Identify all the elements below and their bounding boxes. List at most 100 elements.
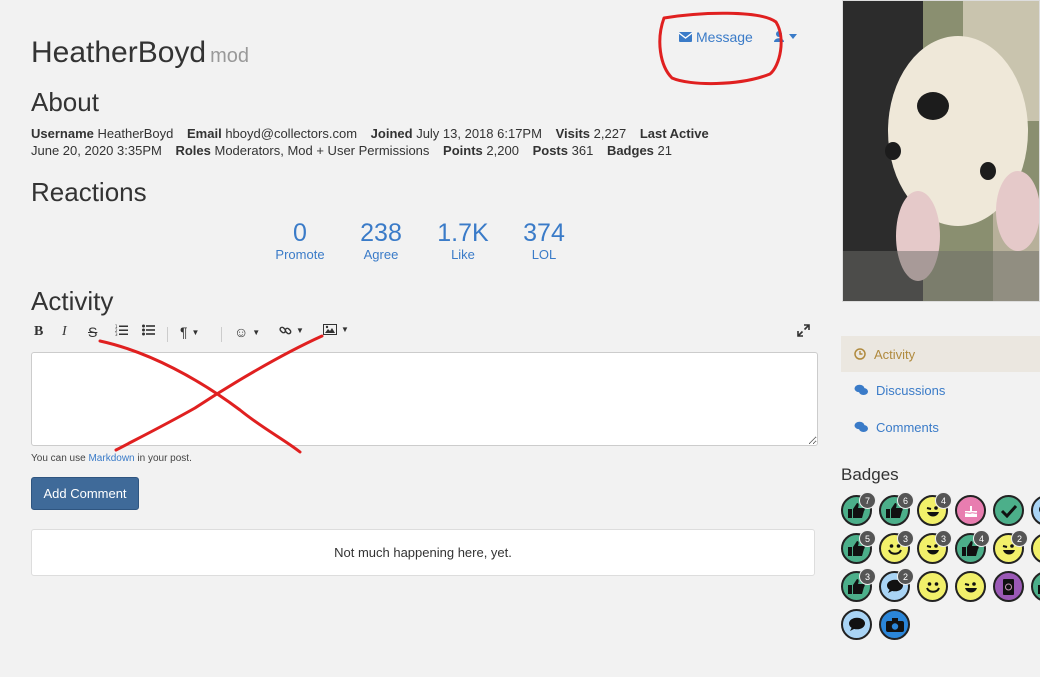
clock-icon [854, 348, 866, 360]
badge-wink-face[interactable] [955, 571, 986, 602]
badge-count: 4 [935, 492, 952, 509]
badge-count: 5 [859, 530, 876, 547]
badge-thumbs-up[interactable]: 4 [955, 530, 990, 564]
camera-icon [885, 617, 904, 632]
badge-thumbs-up[interactable]: 6 [879, 492, 914, 526]
email-label: Email [187, 126, 222, 141]
badge-smile-face[interactable] [917, 571, 948, 602]
badge-thumbs-up[interactable] [1031, 571, 1040, 602]
envelope-icon [679, 32, 692, 42]
badges-heading: Badges [841, 465, 899, 484]
profile-username: HeatherBoyd [31, 36, 207, 69]
markdown-hint: You can use Markdown in your post. [31, 453, 192, 464]
points-label: Points [443, 143, 483, 158]
paragraph-icon: ¶ [180, 324, 188, 340]
caret-down-icon: ▼ [341, 325, 349, 334]
badge-wink-face[interactable]: 2 [993, 530, 1028, 564]
message-label: Message [696, 29, 753, 45]
empty-message: Not much happening here, yet. [334, 545, 512, 560]
reaction-label: LOL [531, 247, 557, 262]
circle-annotation [658, 11, 783, 86]
fullscreen-button[interactable] [797, 324, 810, 337]
badge-address-book[interactable] [993, 571, 1024, 602]
emoji-icon: ☺ [234, 324, 249, 340]
markdown-link[interactable]: Markdown [88, 453, 134, 464]
badge-count: 2 [1011, 530, 1028, 547]
emoji-dropdown[interactable]: ☺ ▼ [234, 324, 260, 340]
badge-wink-face[interactable]: 3 [917, 530, 952, 564]
badge-comment[interactable]: 2 [879, 568, 914, 602]
reactions-heading: Reactions [31, 177, 147, 207]
badges-label: Badges [606, 143, 654, 158]
image-dropdown[interactable]: ▼ [323, 324, 349, 335]
caret-down-icon: ▼ [252, 327, 261, 337]
activity-heading: Activity [31, 286, 114, 316]
badge-count: 4 [973, 530, 990, 547]
ordered-list-button[interactable]: 123 [115, 324, 128, 336]
role-tag: mod [210, 45, 250, 67]
hint-prefix: You can use [31, 453, 89, 464]
about-heading: About [31, 87, 99, 117]
user-options-dropdown[interactable] [773, 30, 797, 42]
last-active-label: Last Active [639, 126, 709, 141]
nav-comments[interactable]: Comments [841, 409, 1040, 445]
profile-name: HeatherBoyd mod [31, 36, 249, 70]
breadcrumb[interactable]: › ... › [108, 0, 135, 3]
nav-label: Activity [874, 346, 916, 362]
activity-empty-state: Not much happening here, yet. [31, 529, 815, 576]
comment-icon [848, 617, 866, 632]
badge-thumbs-up[interactable]: 7 [841, 492, 876, 526]
badge-thumbs-up[interactable]: 5 [841, 530, 876, 564]
check-icon [1000, 504, 1018, 518]
badge-smile-face[interactable]: 3 [879, 530, 914, 564]
badge-cake[interactable] [955, 495, 986, 526]
badge-thumbs-up[interactable]: 3 [841, 568, 876, 602]
reaction-label: Like [451, 247, 475, 262]
discussions-icon [854, 384, 868, 395]
caret-down-icon: ▼ [296, 326, 304, 335]
comments-icon [854, 421, 868, 432]
username-value: HeatherBoyd [97, 126, 174, 141]
wink-face-icon [962, 578, 980, 596]
hint-suffix: in your post. [134, 453, 192, 464]
email-value: hboyd@collectors.com [225, 126, 358, 141]
about-details: Username HeatherBoyd Email hboyd@collect… [31, 125, 731, 159]
reaction-like[interactable]: 1.7K Like [433, 218, 493, 262]
strikethrough-button[interactable]: S [88, 324, 97, 340]
image-icon [323, 324, 337, 335]
badge-count: 3 [859, 568, 876, 585]
comment-editor[interactable] [31, 352, 818, 446]
badge-wink-face[interactable]: 4 [917, 492, 952, 526]
profile-nav: Activity Discussions Comments [841, 336, 1040, 446]
badge-comment[interactable] [841, 609, 872, 640]
puppy-photo-image [843, 1, 1039, 301]
add-comment-button[interactable]: Add Comment [31, 477, 139, 510]
reaction-agree[interactable]: 238 Agree [351, 218, 411, 262]
badge-smile-face[interactable] [1031, 533, 1040, 564]
user-icon [774, 31, 784, 42]
nav-activity[interactable]: Activity [841, 336, 1040, 372]
about-row-1: Username HeatherBoyd Email hboyd@collect… [31, 125, 731, 142]
message-button[interactable]: Message [679, 29, 753, 45]
points-value: 2,200 [486, 143, 519, 158]
badge-count: 3 [897, 530, 914, 547]
reaction-promote[interactable]: 0 Promote [270, 218, 330, 262]
badge-check[interactable] [993, 495, 1024, 526]
badge-count: 6 [897, 492, 914, 509]
bullet-list-button[interactable] [142, 324, 155, 336]
paragraph-format-dropdown[interactable]: ¶ ▼ [180, 324, 199, 340]
bold-button[interactable]: B [34, 324, 43, 340]
italic-button[interactable]: I [62, 324, 67, 340]
badge-camera[interactable] [879, 609, 910, 640]
link-dropdown[interactable]: ▼ [279, 324, 304, 337]
reaction-label: Promote [275, 247, 325, 262]
reaction-count: 374 [523, 219, 565, 247]
roles-value: Moderators, Mod + User Permissions [214, 143, 430, 158]
posts-value: 361 [571, 143, 594, 158]
toolbar-separator [167, 327, 168, 342]
badge-comment[interactable] [1031, 495, 1040, 526]
reaction-lol[interactable]: 374 LOL [514, 218, 574, 262]
ordered-list-icon: 123 [115, 324, 128, 336]
nav-discussions[interactable]: Discussions [841, 372, 1040, 408]
profile-photo [842, 0, 1040, 302]
